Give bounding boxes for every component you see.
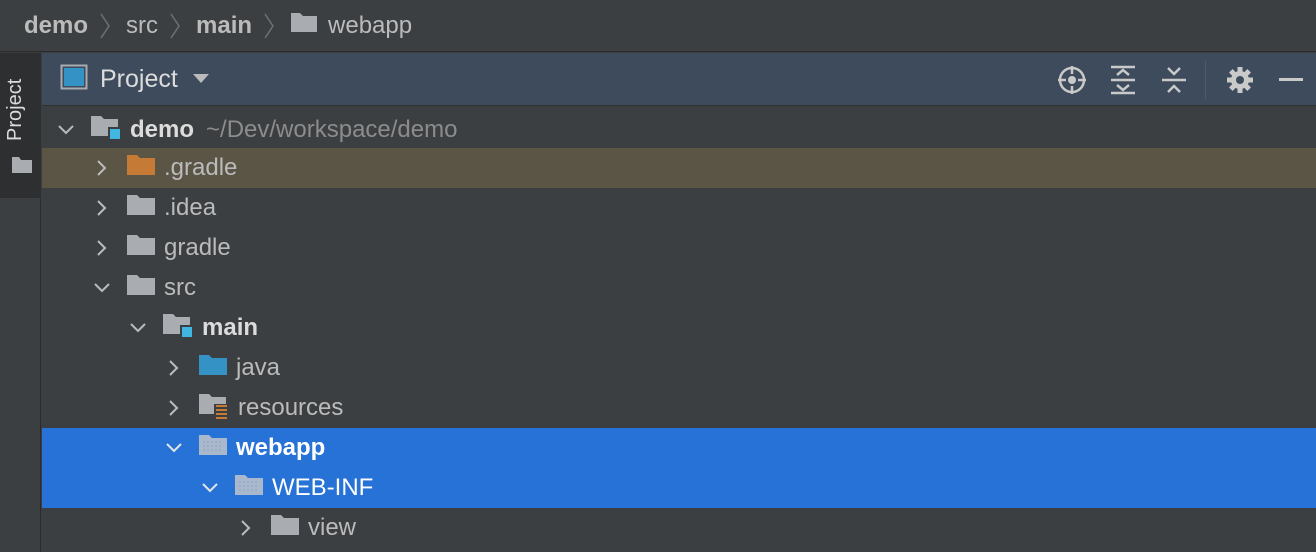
tree-row-gradle-dir[interactable]: .gradle [42, 148, 1316, 188]
folder-icon [270, 513, 300, 544]
panel-actions [1046, 53, 1316, 106]
tree-row-web-inf[interactable]: WEB-INF [42, 468, 1316, 508]
tree-row-demo[interactable]: demo ~/Dev/workspace/demo [42, 110, 1316, 150]
breadcrumb-item-main[interactable]: main [196, 12, 252, 40]
breadcrumb-separator [262, 11, 284, 41]
folder-icon [11, 156, 33, 179]
tree-row-label: view [308, 514, 357, 541]
project-window-icon [60, 64, 88, 95]
folder-icon [290, 11, 318, 40]
excluded-folder-icon [126, 153, 156, 184]
chevron-down-icon[interactable] [162, 436, 186, 460]
tree-row-main[interactable]: main [42, 308, 1316, 348]
tree-row-gradle[interactable]: gradle [42, 228, 1316, 268]
chevron-right-icon[interactable] [162, 396, 186, 420]
tree-row-java[interactable]: java [42, 348, 1316, 388]
chevron-down-icon[interactable] [126, 316, 150, 340]
tree-row-src[interactable]: src [42, 268, 1316, 308]
tree-row-label: webapp [236, 434, 326, 461]
chevron-right-icon[interactable] [234, 516, 258, 540]
folder-icon [126, 193, 156, 224]
project-tool-tab-label: Project [4, 78, 26, 141]
module-folder-icon [90, 113, 122, 148]
tree-row-label: demo [130, 116, 195, 143]
gear-icon[interactable] [1214, 53, 1265, 106]
chevron-right-icon[interactable] [90, 156, 114, 180]
folder-icon [126, 273, 156, 304]
tree-row-label: WEB-INF [272, 474, 374, 501]
breadcrumb-separator [98, 11, 120, 41]
collapse-all-icon[interactable] [1148, 53, 1199, 106]
breadcrumb-item-webapp[interactable]: webapp [328, 12, 412, 40]
tree-row-label: main [202, 314, 259, 341]
breadcrumb: demo src main webapp [0, 0, 1316, 52]
tree-row-view[interactable]: view [42, 508, 1316, 548]
minimize-icon[interactable] [1265, 53, 1316, 106]
breadcrumb-separator [168, 11, 190, 41]
tree-row-webapp[interactable]: webapp [42, 428, 1316, 468]
tree-row-label: gradle [164, 234, 231, 261]
web-folder-icon [234, 473, 264, 504]
folder-icon [126, 233, 156, 264]
source-folder-icon [198, 353, 228, 384]
toolbar-divider [1205, 60, 1206, 99]
chevron-down-icon[interactable] [54, 118, 78, 142]
project-panel-header: Project [42, 53, 1316, 106]
chevron-right-icon[interactable] [162, 356, 186, 380]
module-folder-icon [162, 311, 194, 346]
web-folder-icon [198, 433, 228, 464]
panel-title[interactable]: Project [100, 65, 178, 94]
tree-row-resources[interactable]: resources [42, 388, 1316, 428]
chevron-right-icon[interactable] [90, 196, 114, 220]
tree-row-label: .idea [164, 194, 217, 221]
project-tool-tab[interactable]: Project [0, 53, 41, 198]
tree-row-path: ~/Dev/workspace/demo [206, 116, 458, 143]
tree-row-idea[interactable]: .idea [42, 188, 1316, 228]
chevron-down-icon[interactable] [192, 72, 210, 90]
chevron-right-icon[interactable] [90, 236, 114, 260]
breadcrumb-item-src[interactable]: src [126, 12, 158, 40]
tree-row-label: .gradle [164, 154, 238, 181]
tree-row-label: resources [238, 394, 344, 421]
chevron-down-icon[interactable] [198, 476, 222, 500]
project-tree: demo ~/Dev/workspace/demo .gradle .idea … [42, 108, 1316, 552]
resources-folder-icon [198, 391, 230, 426]
tree-row-label: src [164, 274, 196, 301]
tree-row-label: java [236, 354, 281, 381]
chevron-down-icon[interactable] [90, 276, 114, 300]
locate-icon[interactable] [1046, 53, 1097, 106]
expand-all-icon[interactable] [1097, 53, 1148, 106]
breadcrumb-item-demo[interactable]: demo [24, 12, 88, 40]
tool-window-strip: Project [0, 53, 41, 552]
